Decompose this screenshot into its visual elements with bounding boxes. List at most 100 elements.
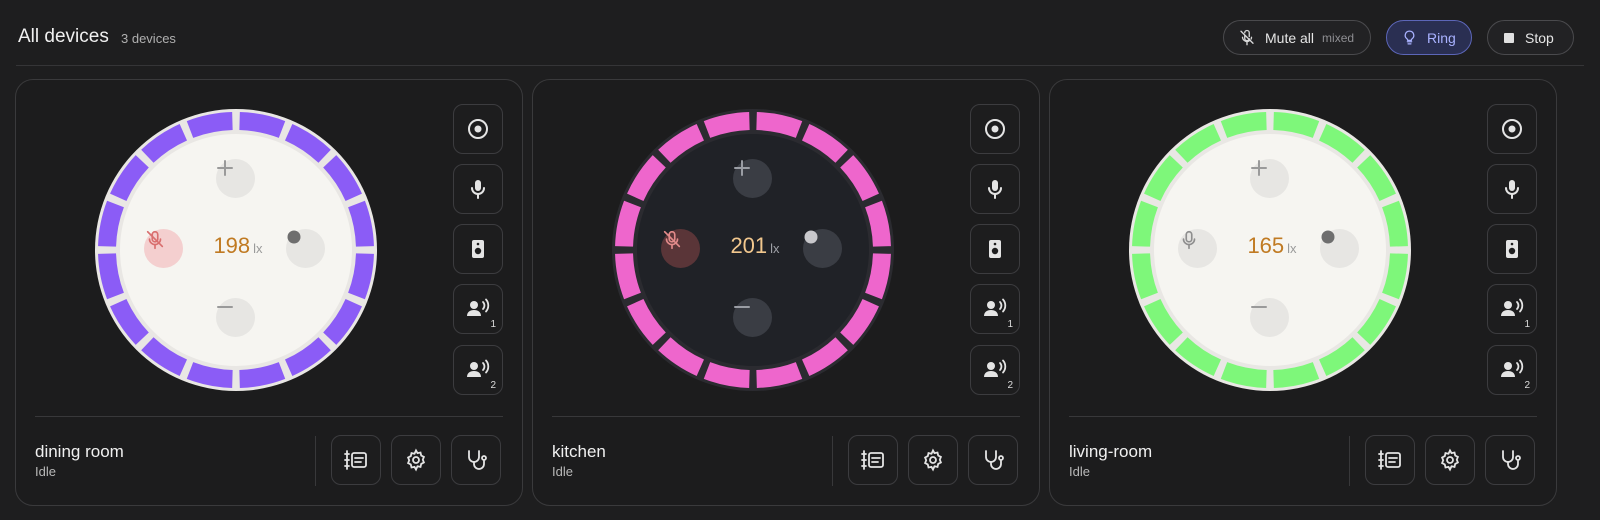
profile-badge: 1 [1524,319,1530,330]
diagnostics-button[interactable] [968,435,1018,485]
microphone-icon [466,177,490,201]
device-status: Idle [1069,464,1090,479]
divider [832,436,833,486]
profile-badge: 2 [1007,380,1013,391]
settings-button[interactable] [1425,435,1475,485]
profile-badge: 1 [1007,319,1013,330]
target-icon [466,117,490,141]
log-button[interactable] [1365,435,1415,485]
lux-unit: lx [1287,241,1297,256]
voice-profile-1-button[interactable]: 1 [1487,284,1537,334]
stethoscope-icon [1498,448,1522,472]
log-button[interactable] [331,435,381,485]
stop-icon [1504,32,1514,43]
device-name: living-room [1069,442,1153,461]
settings-button[interactable] [391,435,441,485]
light-reading: 201 lx [720,233,790,259]
volume-up-button[interactable] [1250,159,1289,198]
light-reading: 165 lx [1237,233,1307,259]
gear-icon [1438,448,1462,472]
plus-icon [734,160,750,176]
device-name: dining room [35,442,124,461]
mic-toggle-button[interactable] [661,229,700,268]
target-icon [983,117,1007,141]
stethoscope-icon [981,448,1005,472]
device-name: kitchen [552,442,606,461]
target-button[interactable] [970,104,1020,154]
volume-up-button[interactable] [733,159,772,198]
page-title: All devices [18,26,109,47]
light-reading: 198 lx [203,233,273,259]
lux-value: 201 [730,233,768,258]
minus-icon [734,306,750,308]
volume-up-button[interactable] [216,159,255,198]
person-voice-icon [465,358,491,382]
mic-toggle-button[interactable] [1178,229,1217,268]
target-icon [1500,117,1524,141]
person-voice-icon [1499,358,1525,382]
volume-down-button[interactable] [1250,298,1289,337]
speaker-button[interactable] [970,224,1020,274]
speaker-button[interactable] [453,224,503,274]
target-button[interactable] [1487,104,1537,154]
voice-profile-2-button[interactable]: 2 [453,345,503,395]
plus-icon [217,160,233,176]
action-button[interactable] [803,229,842,268]
person-voice-icon [982,297,1008,321]
diagnostics-button[interactable] [451,435,501,485]
lightbulb-icon [1404,30,1415,45]
light-ring: 201 lx [606,103,900,397]
divider [1349,436,1350,486]
divider [35,416,503,417]
divider [1069,416,1537,417]
mic-toggle-button[interactable] [144,229,183,268]
dot-icon [1321,230,1335,244]
minus-icon [1251,306,1267,308]
stop-button[interactable]: Stop [1487,20,1574,55]
microphone-icon [1500,177,1524,201]
target-button[interactable] [453,104,503,154]
person-voice-icon [982,358,1008,382]
list-icon [860,448,886,472]
profile-badge: 1 [490,319,496,330]
person-voice-icon [1499,297,1525,321]
person-voice-icon [465,297,491,321]
mute-all-state: mixed [1322,30,1355,45]
list-icon [1377,448,1403,472]
divider [552,416,1020,417]
voice-profile-2-button[interactable]: 2 [970,345,1020,395]
microphone-button[interactable] [1487,164,1537,214]
action-button[interactable] [286,229,325,268]
speaker-icon [1500,237,1524,261]
microphone-button[interactable] [970,164,1020,214]
device-card: 201 lx 1 2 kitchen Idle [532,79,1040,506]
light-ring: 165 lx [1123,103,1417,397]
plus-icon [1251,160,1267,176]
diagnostics-button[interactable] [1485,435,1535,485]
list-icon [343,448,369,472]
profile-badge: 2 [1524,380,1530,391]
settings-button[interactable] [908,435,958,485]
dot-icon [804,230,818,244]
device-card: 198 lx 1 2 dining room Idle [15,79,523,506]
mute-all-label: Mute all [1265,29,1315,46]
action-button[interactable] [1320,229,1359,268]
speaker-button[interactable] [1487,224,1537,274]
volume-down-button[interactable] [733,298,772,337]
log-button[interactable] [848,435,898,485]
voice-profile-2-button[interactable]: 2 [1487,345,1537,395]
dot-icon [287,230,301,244]
speaker-icon [466,237,490,261]
minus-icon [217,306,233,308]
voice-profile-1-button[interactable]: 1 [453,284,503,334]
mute-all-button[interactable]: Mute all mixed [1223,20,1371,55]
speaker-icon [983,237,1007,261]
lux-unit: lx [253,241,263,256]
voice-profile-1-button[interactable]: 1 [970,284,1020,334]
ring-button[interactable]: Ring [1386,20,1472,55]
lux-value: 198 [213,233,251,258]
volume-down-button[interactable] [216,298,255,337]
ring-label: Ring [1427,29,1456,46]
microphone-button[interactable] [453,164,503,214]
gear-icon [921,448,945,472]
